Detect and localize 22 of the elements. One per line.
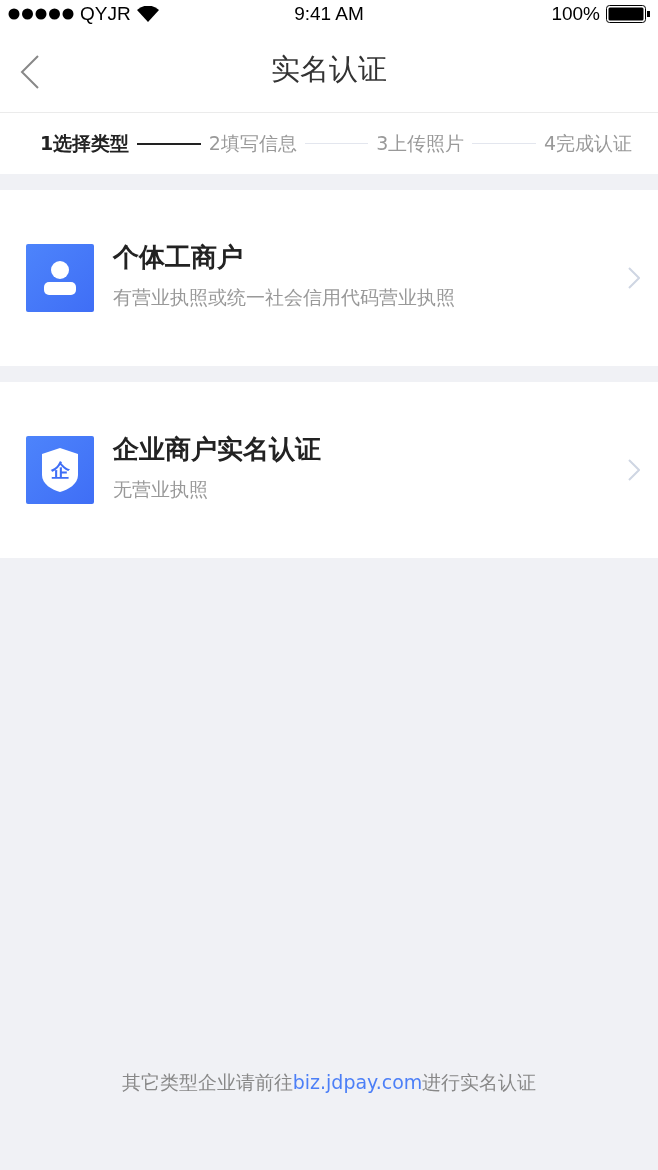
option-card[interactable]: 企 企业商户实名认证 无营业执照 bbox=[0, 382, 658, 558]
step-label: 1选择类型 bbox=[40, 130, 130, 156]
step-label: 3上传照片 bbox=[376, 130, 465, 156]
chevron-icon bbox=[628, 267, 640, 289]
chevron-icon bbox=[628, 459, 640, 481]
option-subtitle: 有营业执照或统一社会信用代码营业执照 bbox=[113, 284, 456, 310]
option-subtitle: 无营业执照 bbox=[113, 476, 209, 502]
wifi-icon bbox=[136, 6, 159, 22]
signal-icon bbox=[8, 8, 74, 20]
carrier-name: QYJR bbox=[80, 3, 131, 25]
clock-time: 9:41 AM bbox=[294, 3, 364, 25]
shield-icon: 企 bbox=[26, 436, 94, 504]
person-icon bbox=[26, 244, 94, 312]
step-label: 4完成认证 bbox=[543, 130, 632, 156]
battery-percent: 100% bbox=[551, 3, 600, 25]
battery-icon bbox=[606, 5, 650, 23]
footer-note: 其它类型企业请前往biz.jdpay.com进行实名认证 bbox=[121, 1070, 537, 1095]
option-title: 个体工商户 bbox=[113, 240, 244, 274]
option-card[interactable]: 个体工商户 有营业执照或统一社会信用代码营业执照 bbox=[0, 190, 658, 366]
option-title: 企业商户实名认证 bbox=[113, 432, 322, 466]
step-label: 2填写信息 bbox=[208, 130, 297, 156]
page-title: 实名认证 bbox=[271, 51, 387, 88]
